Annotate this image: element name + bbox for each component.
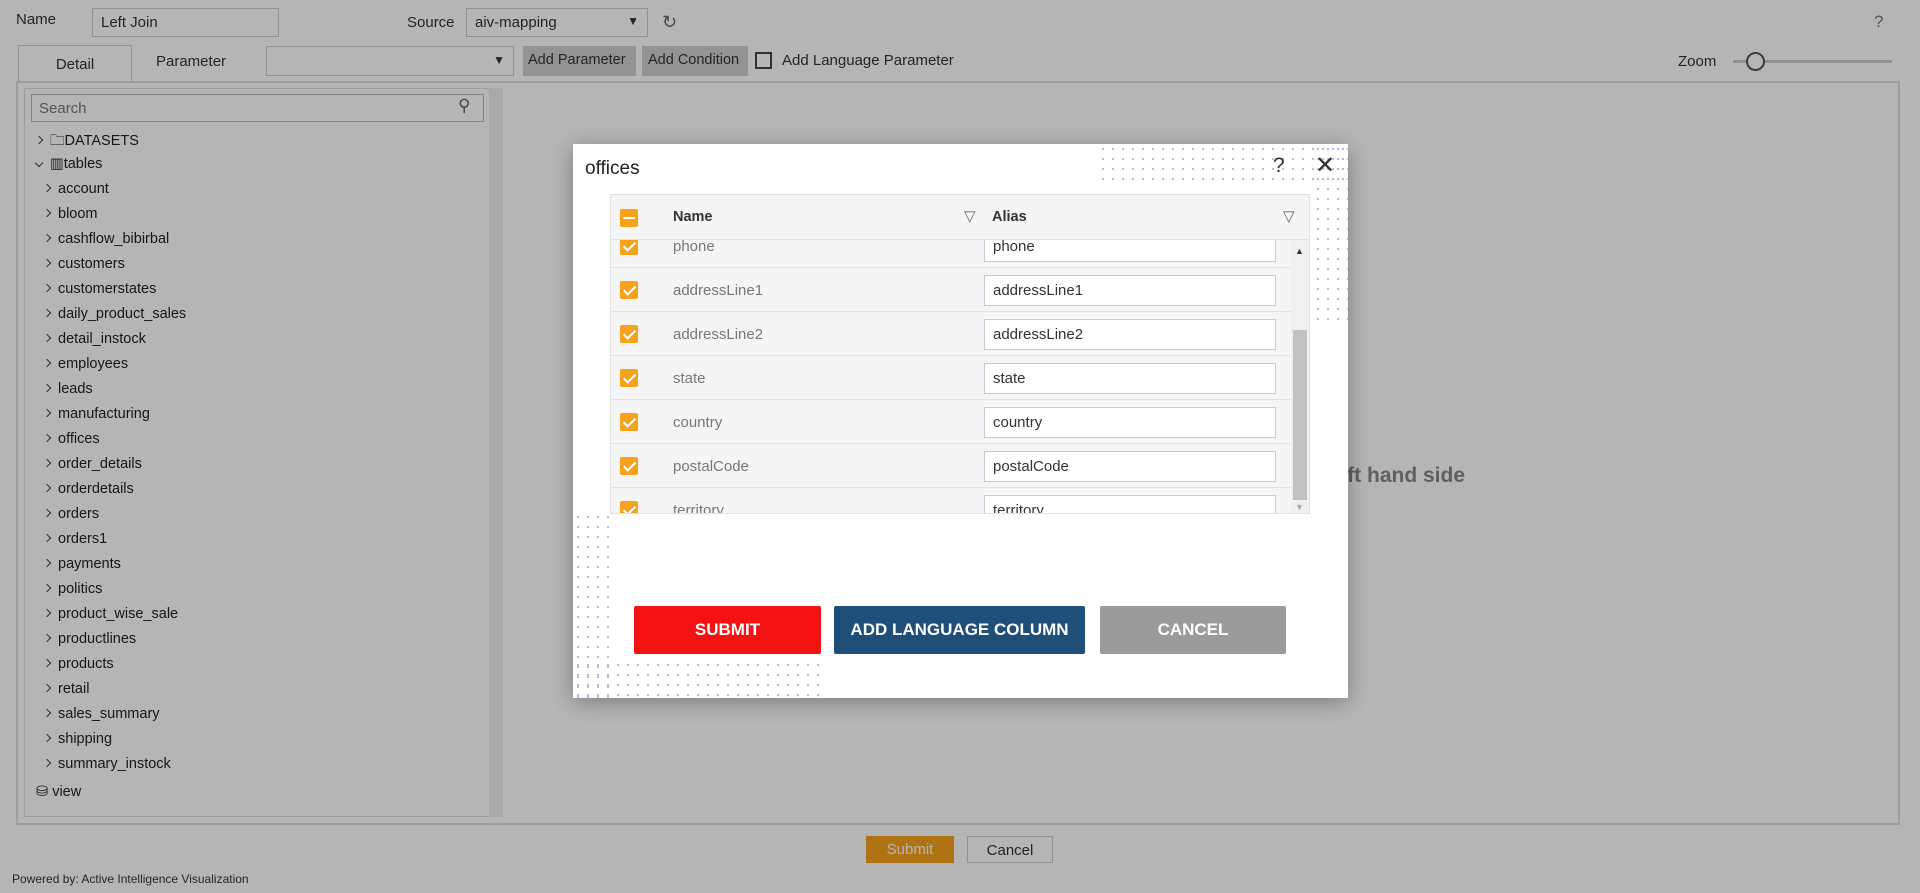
alias-input[interactable]: postalCode (984, 451, 1276, 482)
table-row: state state (611, 356, 1291, 400)
filter-icon[interactable]: ▽ (1283, 207, 1295, 225)
select-all-checkbox[interactable] (620, 209, 638, 227)
row-checkbox[interactable] (620, 325, 638, 343)
column-name: phone (673, 240, 715, 255)
table-row: addressLine2 addressLine2 (611, 312, 1291, 356)
grid-body: phone phone addressLine1 addressLine1 addres… (611, 240, 1291, 514)
dots-decoration (573, 660, 823, 698)
close-icon[interactable]: ✕ (1315, 151, 1335, 180)
filter-icon[interactable]: ▽ (964, 207, 976, 225)
row-checkbox[interactable] (620, 501, 638, 513)
column-name: addressLine1 (673, 282, 764, 299)
row-checkbox[interactable] (620, 281, 638, 299)
table-row: country country (611, 400, 1291, 444)
alias-input[interactable]: country (984, 407, 1276, 438)
dialog-title: offices (585, 158, 640, 179)
column-name: country (673, 414, 723, 431)
table-row: phone phone (611, 240, 1291, 268)
alias-input[interactable]: addressLine1 (984, 275, 1276, 306)
grid-scrollbar[interactable]: ▲ ▼ (1291, 240, 1309, 513)
grid-header: Name ▽ Alias ▽ (611, 195, 1309, 240)
row-checkbox[interactable] (620, 369, 638, 387)
help-icon[interactable]: ? (1273, 154, 1285, 178)
table-row: postalCode postalCode (611, 444, 1291, 488)
scroll-down-icon[interactable]: ▼ (1295, 502, 1304, 512)
columns-grid: Name ▽ Alias ▽ phone phone addressLine1 add… (610, 194, 1310, 514)
alias-column-header: Alias (992, 209, 1027, 225)
offices-dialog: offices ? ✕ Name ▽ Alias ▽ phone phone add… (573, 144, 1348, 698)
name-column-header: Name (673, 209, 713, 225)
add-language-column-button[interactable]: ADD LANGUAGE COLUMN (834, 606, 1085, 654)
dots-decoration (1098, 144, 1348, 182)
alias-input[interactable]: state (984, 363, 1276, 394)
table-row: territory territory (611, 488, 1291, 514)
column-name: addressLine2 (673, 326, 764, 343)
alias-input[interactable]: territory (984, 495, 1276, 513)
alias-input[interactable]: addressLine2 (984, 319, 1276, 350)
row-checkbox[interactable] (620, 413, 638, 431)
column-name: state (673, 370, 706, 387)
row-checkbox[interactable] (620, 240, 638, 255)
column-name: postalCode (673, 458, 749, 475)
scrollbar-thumb[interactable] (1293, 330, 1307, 500)
column-name: territory (673, 502, 724, 514)
alias-input[interactable]: phone (984, 240, 1276, 262)
row-checkbox[interactable] (620, 457, 638, 475)
submit-button[interactable]: SUBMIT (634, 606, 821, 654)
cancel-button[interactable]: CANCEL (1100, 606, 1286, 654)
table-row: addressLine1 addressLine1 (611, 268, 1291, 312)
scroll-up-icon[interactable]: ▲ (1295, 246, 1304, 256)
